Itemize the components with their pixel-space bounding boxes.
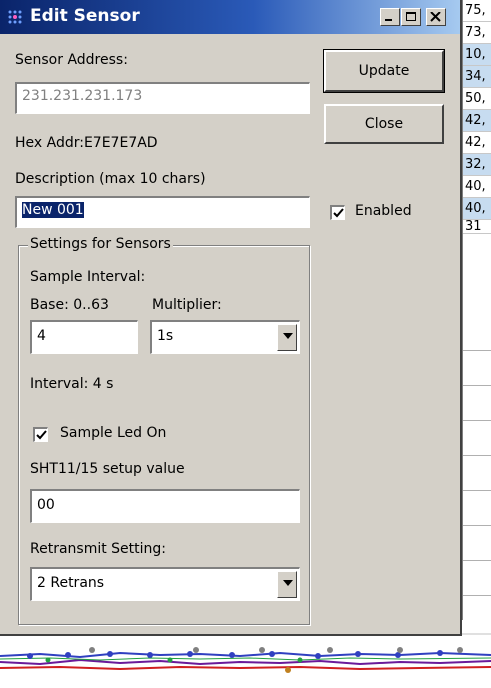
checkmark-icon <box>36 430 47 440</box>
table-cell: 42, <box>463 132 491 154</box>
sample-interval-label: Sample Interval: <box>30 269 146 285</box>
close-window-button[interactable] <box>426 8 446 26</box>
checkmark-icon <box>333 208 344 218</box>
base-label: Base: 0..63 <box>30 297 109 313</box>
table-cell: 32, <box>463 154 491 176</box>
retransmit-label: Retransmit Setting: <box>30 541 167 557</box>
close-icon <box>430 12 441 22</box>
table-cell: 40, <box>463 198 491 220</box>
multiplier-label: Multiplier: <box>152 297 222 313</box>
sht-setup-input[interactable]: 00 <box>30 489 300 523</box>
dialog-title: Edit Sensor <box>30 6 140 26</box>
table-cell: 34, <box>463 66 491 88</box>
multiplier-select[interactable]: 1s <box>150 320 300 354</box>
description-value: New 001 <box>22 202 84 218</box>
app-icon <box>8 10 22 24</box>
table-cell: 10, <box>463 44 491 66</box>
multiplier-value: 1s <box>157 328 174 344</box>
retransmit-dropdown-button[interactable] <box>277 571 297 598</box>
interval-text: Interval: 4 s <box>30 376 114 392</box>
description-label: Description (max 10 chars) <box>15 171 206 187</box>
base-input[interactable]: 4 <box>30 320 138 354</box>
table-cell: 50, <box>463 88 491 110</box>
enabled-checkbox[interactable] <box>330 205 345 220</box>
chevron-down-icon <box>283 580 293 586</box>
description-field[interactable]: New 001 <box>15 196 310 228</box>
table-cell: 42, <box>463 110 491 132</box>
sample-led-label: Sample Led On <box>60 425 167 441</box>
enabled-label: Enabled <box>355 203 412 219</box>
title-bar[interactable]: Edit Sensor <box>0 0 460 34</box>
table-cell: 75, <box>463 0 491 22</box>
retransmit-select[interactable]: 2 Retrans <box>30 567 300 601</box>
minimize-icon <box>385 19 392 21</box>
sample-led-checkbox[interactable] <box>33 427 48 442</box>
multiplier-dropdown-button[interactable] <box>277 324 297 351</box>
background-data-table: 75, 73, 10, 34, 50, 42, 42, 32, 40, 40, … <box>462 0 491 620</box>
table-cell: 31 <box>463 220 491 234</box>
retransmit-value: 2 Retrans <box>37 575 105 591</box>
sensor-address-label: Sensor Address: <box>15 52 128 68</box>
hex-address-text: Hex Addr:E7E7E7AD <box>15 135 158 151</box>
table-cell: 40, <box>463 176 491 198</box>
maximize-icon <box>406 12 416 21</box>
maximize-button[interactable] <box>401 8 421 26</box>
settings-group-title: Settings for Sensors <box>28 236 173 252</box>
chevron-down-icon <box>283 333 293 339</box>
edit-sensor-dialog: Edit Sensor Sensor Address: 231.231.231.… <box>0 0 462 636</box>
minimize-button[interactable] <box>380 8 400 26</box>
sht-setup-label: SHT11/15 setup value <box>30 461 185 477</box>
close-button[interactable]: Close <box>324 104 444 144</box>
sensor-address-field[interactable]: 231.231.231.173 <box>15 82 310 114</box>
table-cell: 73, <box>463 22 491 44</box>
update-button[interactable]: Update <box>323 49 445 93</box>
